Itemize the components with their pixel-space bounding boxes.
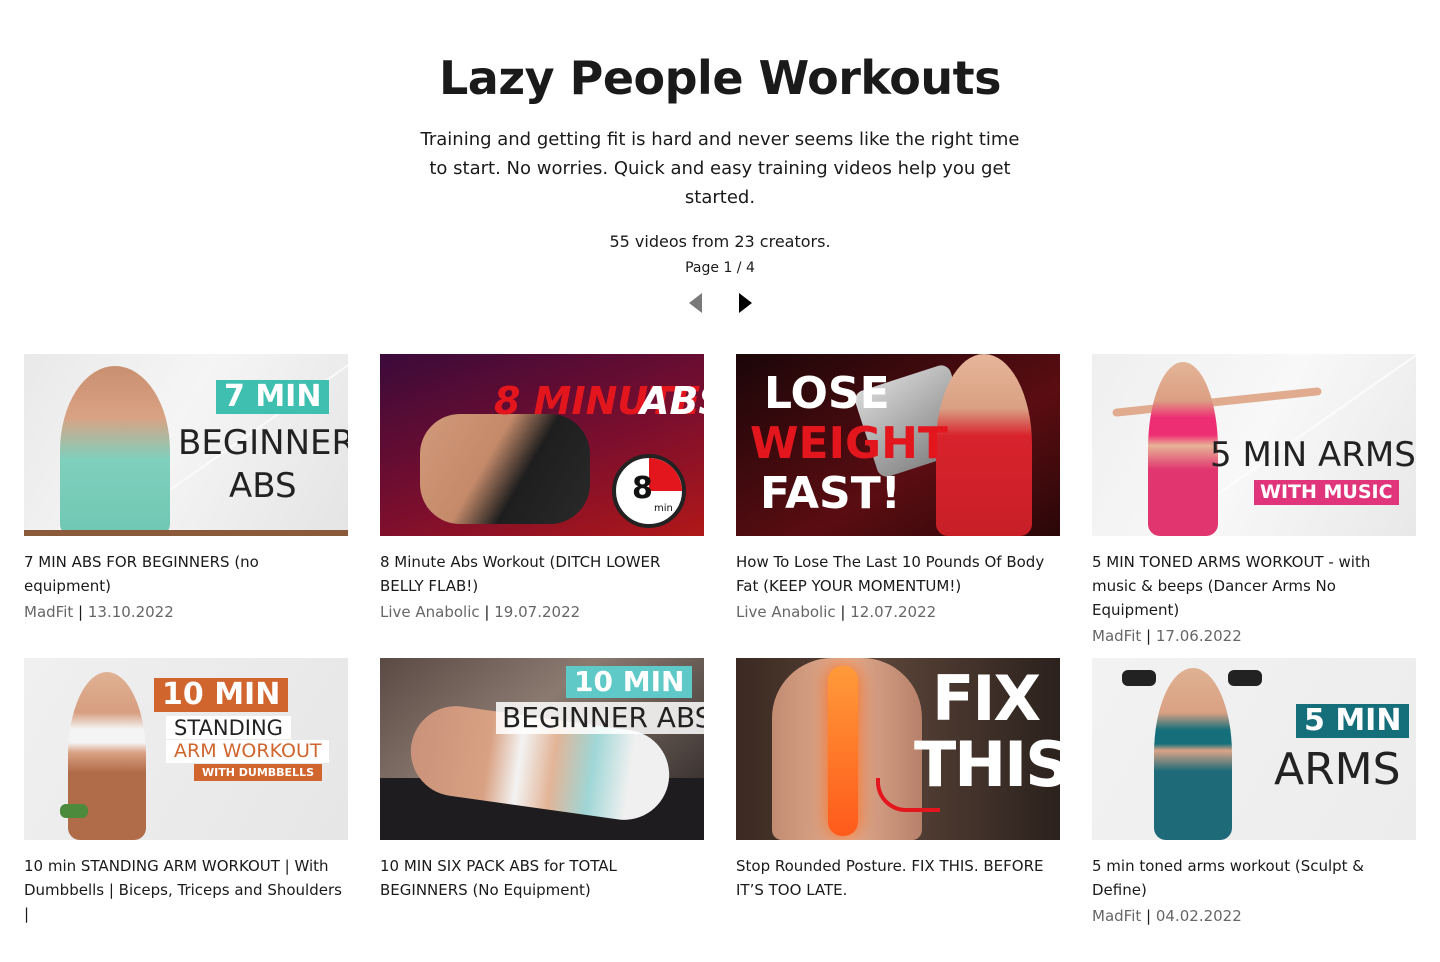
thumb-text: ABS <box>640 379 704 423</box>
video-card[interactable]: 8 MINUTE ABS 8 min 8 Minute Abs Workout … <box>380 354 704 658</box>
thumb-person <box>1154 668 1232 840</box>
publish-date: 12.07.2022 <box>850 603 937 621</box>
channel-name[interactable]: Live Anabolic <box>736 603 836 621</box>
thumb-text: 10 MIN <box>566 666 693 698</box>
video-thumbnail[interactable]: 10 MIN BEGINNER ABS <box>380 658 704 840</box>
video-meta: MadFit | 13.10.2022 <box>24 600 348 624</box>
thumb-text: LOSE <box>764 368 890 419</box>
channel-name[interactable]: MadFit <box>1092 907 1141 925</box>
thumb-text: FIX <box>932 662 1041 735</box>
video-meta: Live Anabolic | 12.07.2022 <box>736 600 1060 624</box>
page-header: Lazy People Workouts Training and gettin… <box>0 0 1440 315</box>
meta-separator: | <box>78 603 84 621</box>
channel-name[interactable]: Live Anabolic <box>380 603 480 621</box>
video-title[interactable]: 8 Minute Abs Workout (DITCH LOWER BELLY … <box>380 550 704 598</box>
video-title[interactable]: 7 MIN ABS FOR BEGINNERS (no equipment) <box>24 550 348 598</box>
video-card[interactable]: LOSE WEIGHT FAST! How To Lose The Last 1… <box>736 354 1060 658</box>
dumbbell-icon <box>1228 670 1262 686</box>
meta-separator: | <box>484 603 490 621</box>
thumb-text: STANDING <box>166 716 291 739</box>
thumb-text: 7 MIN <box>216 380 330 414</box>
timer-unit: min <box>654 503 673 514</box>
thumb-person <box>60 366 170 536</box>
video-thumbnail[interactable]: LOSE WEIGHT FAST! <box>736 354 1060 536</box>
timer-icon: 8 min <box>612 454 686 528</box>
publish-date: 19.07.2022 <box>494 603 581 621</box>
video-card[interactable]: 7 MIN BEGINNER ABS 7 MIN ABS FOR BEGINNE… <box>24 354 348 658</box>
video-card[interactable]: 10 MIN STANDING ARM WORKOUT WITH DUMBBEL… <box>24 658 348 962</box>
channel-name[interactable]: MadFit <box>24 603 73 621</box>
video-meta: MadFit | 04.02.2022 <box>1092 904 1416 928</box>
page-title: Lazy People Workouts <box>438 51 1002 105</box>
meta-separator: | <box>840 603 846 621</box>
thumb-text: WEIGHT <box>750 418 948 469</box>
thumb-text: 5 MIN <box>1296 704 1410 738</box>
pagination <box>0 291 1440 315</box>
page-description: Training and getting fit is hard and nev… <box>420 129 1020 208</box>
meta-separator: | <box>1146 907 1152 925</box>
timer-wedge <box>649 458 682 491</box>
dumbbell-icon <box>1122 670 1156 686</box>
thumb-text: ABS <box>229 466 297 506</box>
video-thumbnail[interactable]: 8 MINUTE ABS 8 min <box>380 354 704 536</box>
video-thumbnail[interactable]: 7 MIN BEGINNER ABS <box>24 354 348 536</box>
page-indicator: Page 1 / 4 <box>685 260 755 276</box>
channel-name[interactable]: MadFit <box>1092 627 1141 645</box>
video-meta: Live Anabolic | 19.07.2022 <box>380 600 704 624</box>
thumb-text: THIS <box>914 728 1060 801</box>
video-title[interactable]: 5 MIN TONED ARMS WORKOUT - with music & … <box>1092 550 1416 622</box>
timer-number: 8 <box>632 471 653 506</box>
video-count: 55 videos from 23 creators. <box>609 232 831 251</box>
spine-highlight <box>828 666 858 836</box>
video-meta: MadFit | 17.06.2022 <box>1092 624 1416 648</box>
thumb-text: BEGINNER <box>178 423 348 463</box>
next-page-button[interactable] <box>734 291 756 315</box>
video-card[interactable]: 5 MIN ARMS WITH MUSIC 5 MIN TONED ARMS W… <box>1092 354 1416 658</box>
thumb-person <box>1148 362 1218 536</box>
thumb-person <box>420 414 590 524</box>
thumb-text: 5 MIN ARMS <box>1210 435 1416 475</box>
thumb-text: WITH DUMBBELLS <box>194 764 322 781</box>
video-thumbnail[interactable]: FIX THIS <box>736 658 1060 840</box>
publish-date: 17.06.2022 <box>1155 627 1242 645</box>
prev-page-button[interactable] <box>684 291 706 315</box>
thumb-text: WITH MUSIC <box>1254 480 1399 505</box>
video-grid: 7 MIN BEGINNER ABS 7 MIN ABS FOR BEGINNE… <box>24 354 1416 962</box>
video-title[interactable]: 5 min toned arms workout (Sculpt & Defin… <box>1092 854 1416 902</box>
thumb-text: BEGINNER ABS <box>496 702 704 734</box>
thumb-arms <box>1112 387 1322 417</box>
video-card[interactable]: 10 MIN BEGINNER ABS 10 MIN SIX PACK ABS … <box>380 658 704 962</box>
publish-date: 13.10.2022 <box>87 603 174 621</box>
video-title[interactable]: 10 MIN SIX PACK ABS for TOTAL BEGINNERS … <box>380 854 704 902</box>
thumb-floor <box>24 530 348 536</box>
triangle-right-icon <box>738 293 752 313</box>
video-title[interactable]: Stop Rounded Posture. FIX THIS. BEFORE I… <box>736 854 1060 902</box>
thumb-text: 10 MIN <box>154 678 289 712</box>
video-thumbnail[interactable]: 10 MIN STANDING ARM WORKOUT WITH DUMBBEL… <box>24 658 348 840</box>
thumb-text: FAST! <box>760 468 901 519</box>
dumbbell-icon <box>60 804 88 818</box>
thumb-text: ARMS <box>1274 744 1401 795</box>
video-card[interactable]: 5 MIN ARMS 5 min toned arms workout (Scu… <box>1092 658 1416 962</box>
triangle-left-icon <box>688 293 702 313</box>
video-thumbnail[interactable]: 5 MIN ARMS <box>1092 658 1416 840</box>
publish-date: 04.02.2022 <box>1155 907 1242 925</box>
video-thumbnail[interactable]: 5 MIN ARMS WITH MUSIC <box>1092 354 1416 536</box>
thumb-text: ARM WORKOUT <box>166 740 330 763</box>
thumb-person <box>936 354 1032 536</box>
video-title[interactable]: How To Lose The Last 10 Pounds Of Body F… <box>736 550 1060 598</box>
meta-separator: | <box>1146 627 1152 645</box>
video-card[interactable]: FIX THIS Stop Rounded Posture. FIX THIS.… <box>736 658 1060 962</box>
video-title[interactable]: 10 min STANDING ARM WORKOUT | With Dumbb… <box>24 854 348 926</box>
